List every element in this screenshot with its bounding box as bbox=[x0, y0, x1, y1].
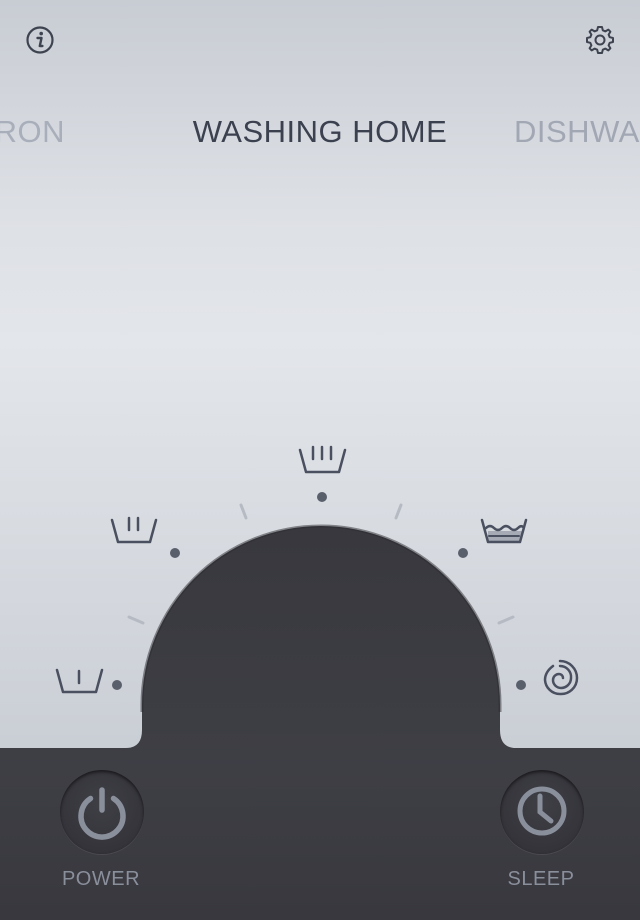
tick-1 bbox=[127, 615, 145, 625]
position-dot-1 bbox=[112, 680, 122, 690]
appliance-carousel[interactable]: IRON WASHING HOME DISHWASHER bbox=[0, 110, 640, 154]
spin-icon[interactable] bbox=[543, 659, 579, 696]
carousel-next-item[interactable]: DISHWASHER bbox=[514, 110, 640, 154]
position-dot-4 bbox=[458, 548, 468, 558]
wash-temp-3-icon[interactable] bbox=[298, 445, 347, 474]
tick-4 bbox=[497, 615, 515, 625]
power-label: POWER bbox=[61, 868, 141, 890]
power-button[interactable] bbox=[60, 770, 144, 854]
wash-temp-2-icon[interactable] bbox=[110, 516, 158, 544]
tick-3 bbox=[394, 503, 403, 520]
position-dot-5 bbox=[516, 680, 526, 690]
clock-icon bbox=[517, 786, 567, 836]
info-button[interactable] bbox=[24, 24, 56, 56]
tick-2 bbox=[239, 503, 248, 520]
position-dot-2 bbox=[170, 548, 180, 558]
info-icon bbox=[26, 26, 54, 54]
position-dot-3 bbox=[317, 492, 327, 502]
hand-wash-icon[interactable] bbox=[480, 518, 528, 544]
dial-knob[interactable] bbox=[0, 526, 640, 760]
sleep-label: SLEEP bbox=[507, 868, 575, 890]
sleep-button[interactable] bbox=[500, 770, 584, 854]
settings-button[interactable] bbox=[584, 24, 616, 56]
wash-temp-1-icon[interactable] bbox=[55, 668, 104, 694]
power-icon bbox=[78, 787, 126, 840]
gear-icon bbox=[586, 26, 614, 54]
